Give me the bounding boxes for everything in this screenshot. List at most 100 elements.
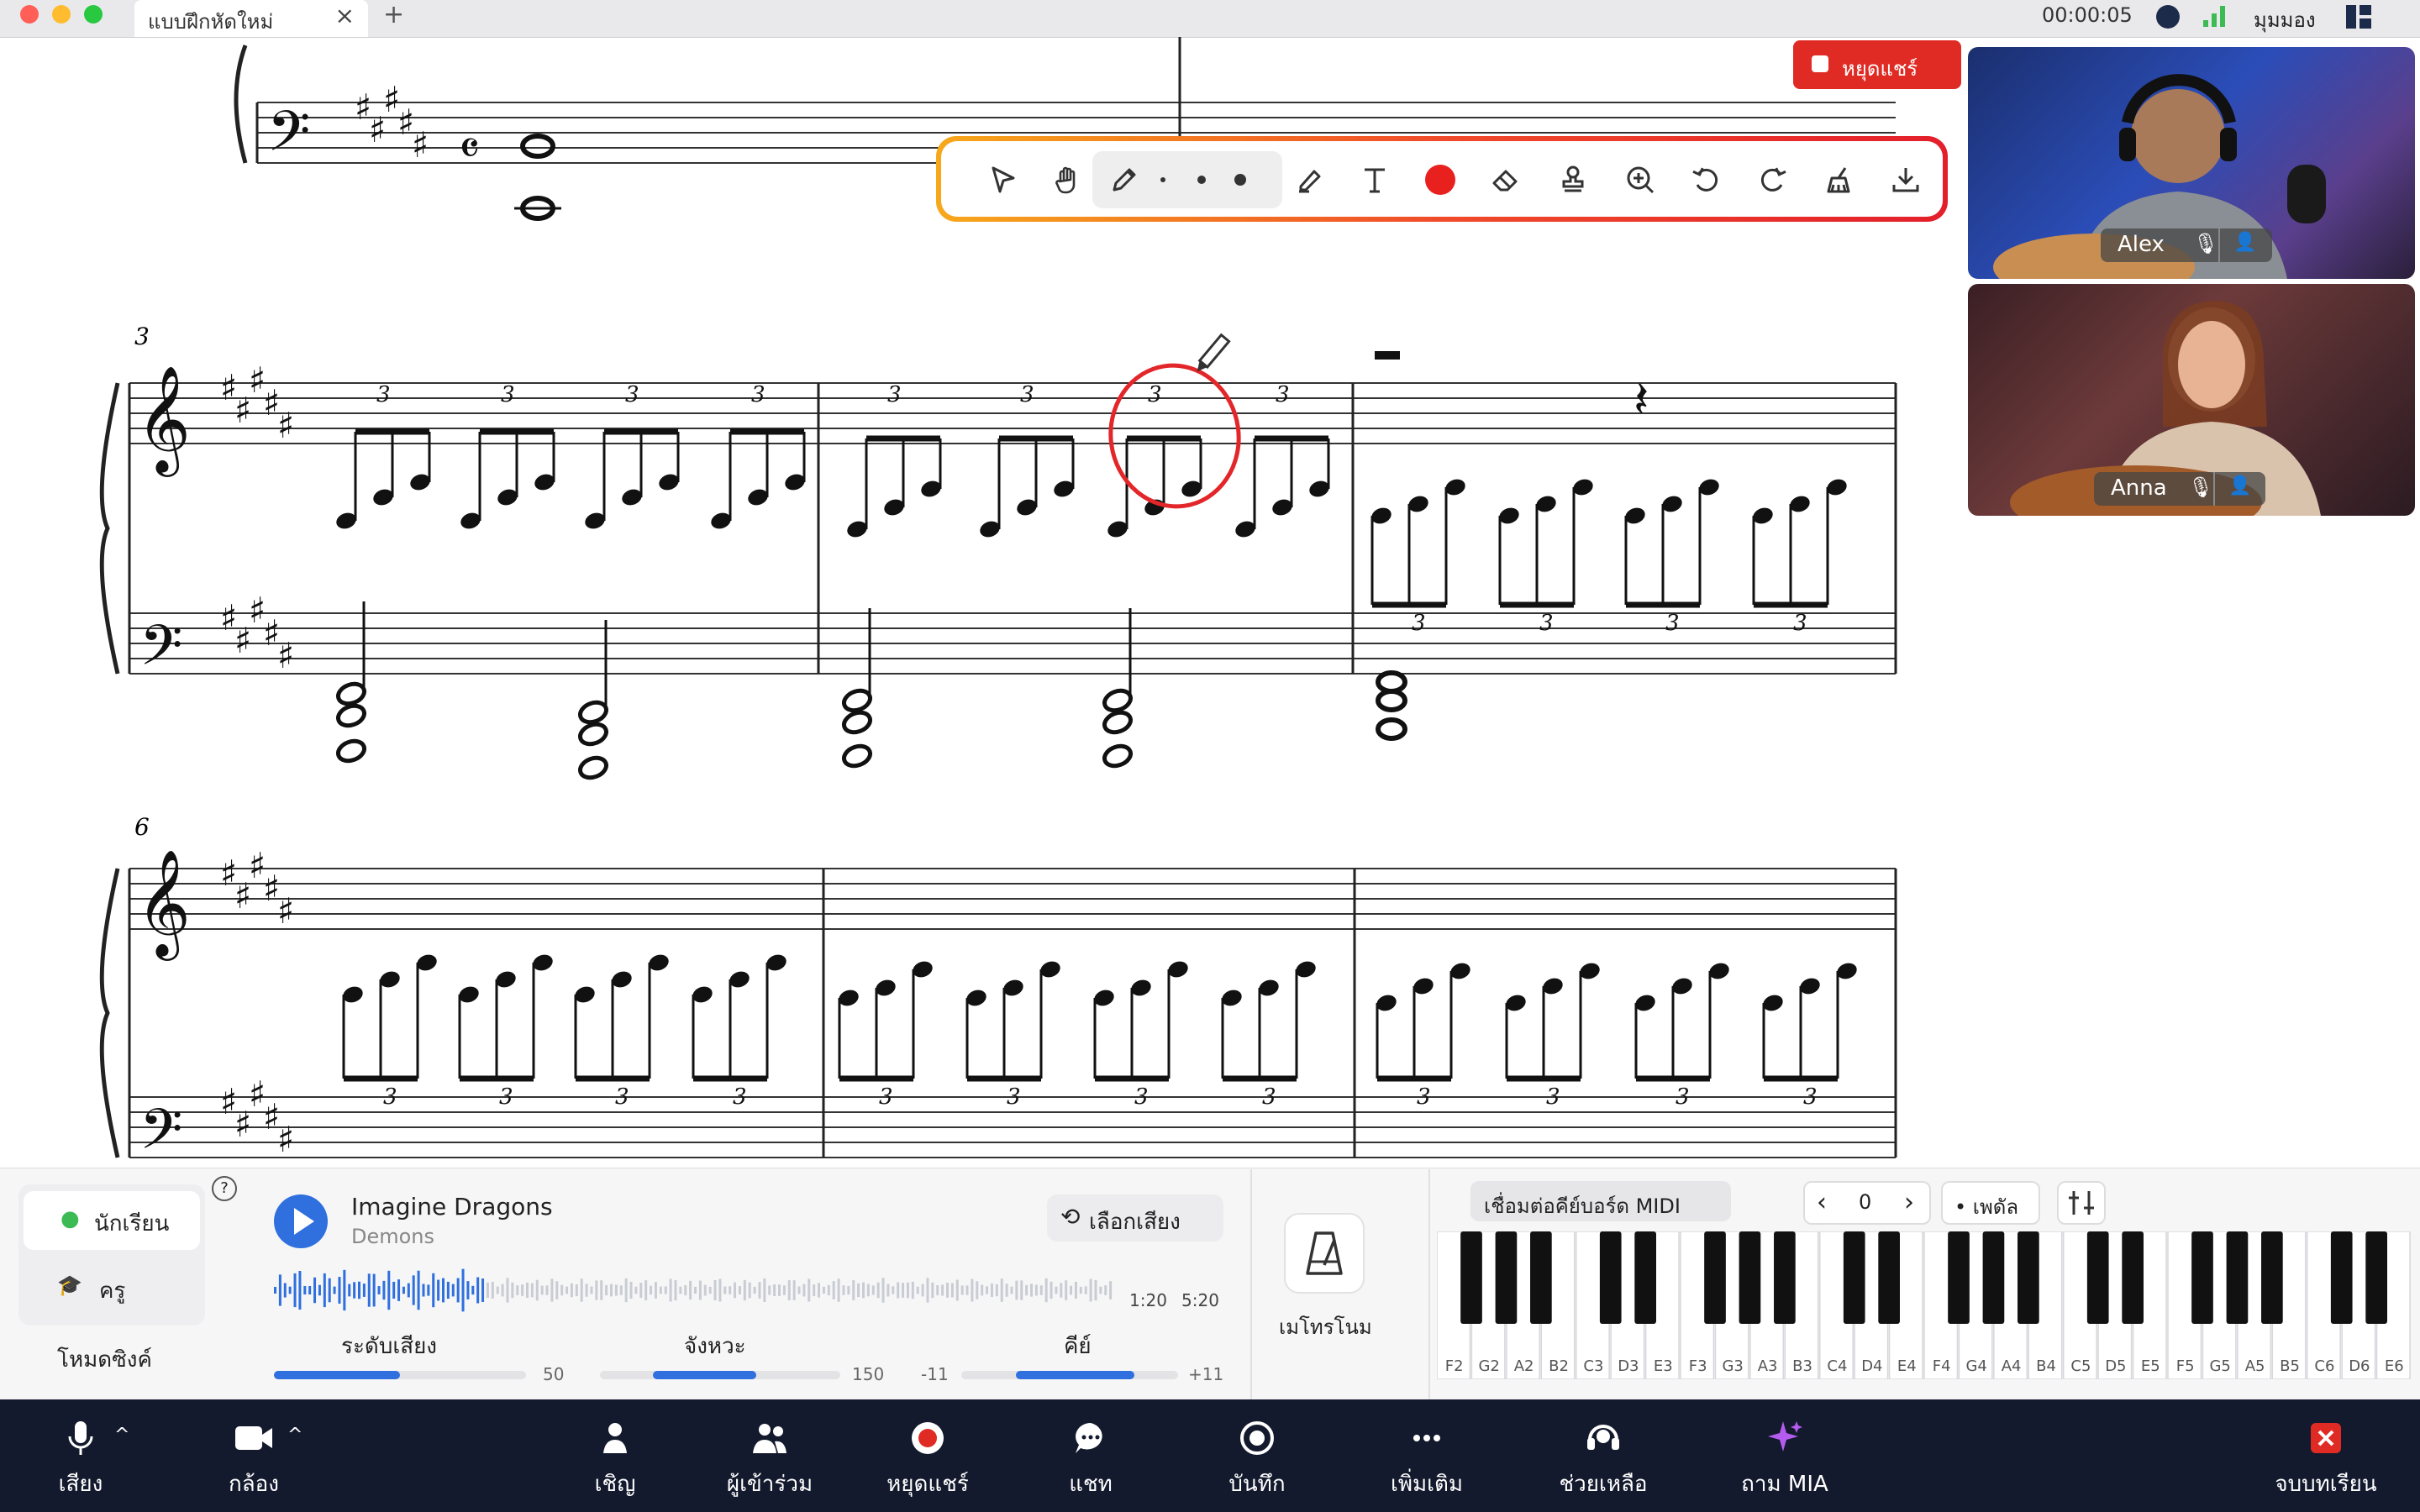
highlighter-icon[interactable] <box>1289 160 1329 200</box>
key-label: A2 <box>1514 1357 1534 1375</box>
waveform-bar <box>570 1283 573 1298</box>
quarter-rest: 𝄽 <box>1634 370 1649 429</box>
participants-button[interactable]: ผู้เข้าร่วม <box>727 1399 813 1512</box>
color-picker-red[interactable] <box>1420 160 1460 200</box>
waveform-bar <box>313 1277 317 1304</box>
download-icon[interactable] <box>1886 160 1926 200</box>
stop-share-taskbar-button[interactable]: หยุดแชร์ <box>886 1399 969 1512</box>
browser-tab[interactable]: แบบฝึกหัดใหม่ × <box>134 0 368 37</box>
measure-number: 6 <box>134 813 150 841</box>
waveform-bar <box>792 1280 796 1300</box>
maximize-window-button[interactable] <box>84 5 103 24</box>
brush-size-medium[interactable] <box>1181 160 1222 200</box>
waveform-bar <box>530 1283 534 1298</box>
audio-waveform[interactable] <box>274 1267 1114 1314</box>
participant-video-anna[interactable]: Anna 🎙 👤 <box>1968 284 2415 516</box>
volume-label: ระดับเสียง <box>341 1334 438 1359</box>
bass-clef: 𝄢 <box>139 1097 182 1168</box>
chat-button[interactable]: แชท <box>1060 1399 1121 1512</box>
waveform-bar <box>1000 1278 1003 1302</box>
undo-icon[interactable] <box>1686 160 1726 200</box>
role-teacher-button[interactable]: 🎓 ครู <box>24 1258 200 1317</box>
end-lesson-button[interactable]: จบบทเรียน <box>2275 1399 2377 1512</box>
ask-mia-button[interactable]: ถาม MIA <box>1741 1399 1828 1512</box>
select-arrow-icon[interactable] <box>983 160 1023 200</box>
waveform-bar <box>362 1284 366 1297</box>
waveform-bar <box>827 1284 830 1296</box>
key-label: F3 <box>1689 1357 1707 1375</box>
key-signature-sharp: ♯ <box>412 124 429 165</box>
pencil-icon[interactable] <box>1104 160 1144 200</box>
ask-mia-label: ถาม MIA <box>1741 1472 1828 1497</box>
invite-button[interactable]: เชิญ <box>585 1399 645 1512</box>
waveform-bar <box>976 1281 979 1299</box>
waveform-bar <box>278 1274 281 1306</box>
waveform-bar <box>1050 1281 1053 1299</box>
waveform-bar <box>758 1282 761 1299</box>
bass-clef: 𝄢 <box>267 99 310 177</box>
person-icon[interactable]: 👤 <box>2228 475 2251 496</box>
black-key <box>2191 1231 2213 1324</box>
layout-grid-icon[interactable] <box>2344 3 2373 30</box>
text-tool-icon[interactable] <box>1355 160 1395 200</box>
sliders-settings-button[interactable] <box>2057 1181 2106 1225</box>
audio-label: เสียง <box>58 1472 103 1497</box>
waveform-bar <box>837 1278 840 1302</box>
play-button[interactable] <box>274 1194 328 1248</box>
clear-broom-icon[interactable] <box>1818 160 1859 200</box>
person-icon[interactable]: 👤 <box>2233 232 2256 253</box>
waveform-bar <box>476 1277 480 1304</box>
waveform-bar <box>684 1284 687 1296</box>
tab-close-icon[interactable]: × <box>335 2 355 29</box>
camera-button[interactable]: กล้อง <box>224 1399 284 1512</box>
help-icon[interactable]: ? <box>212 1176 237 1201</box>
black-key <box>2122 1231 2144 1324</box>
octave-next-button[interactable]: › <box>1904 1188 1914 1217</box>
new-tab-button[interactable]: + <box>383 0 404 29</box>
pedal-toggle[interactable]: • เพดัล <box>1941 1181 2040 1225</box>
record-button[interactable]: บันทึก <box>1227 1399 1287 1512</box>
octave-prev-button[interactable]: ‹ <box>1817 1188 1827 1217</box>
octave-stepper: ‹ 0 › <box>1803 1181 1931 1225</box>
audio-options-chevron-icon[interactable]: ^ <box>114 1425 129 1446</box>
view-mode-label[interactable]: มุมมอง <box>2254 3 2316 36</box>
audio-button[interactable]: เสียง <box>50 1399 111 1512</box>
stamp-icon[interactable] <box>1553 160 1593 200</box>
stop-share-button[interactable]: หยุดแชร์ <box>1793 40 1961 89</box>
role-student-button[interactable]: ● นักเรียน <box>24 1191 200 1250</box>
waveform-bar <box>451 1284 455 1297</box>
piano-keyboard[interactable]: F2 G2 A2 B2 C3 D3 E3 F3 G3 A3 B3 C4 D4 E4 F4 G4 A4 B4 C5 D5… <box>1437 1231 2412 1379</box>
waveform-bar <box>654 1282 657 1299</box>
connect-midi-button[interactable]: เชื่อมต่อคีย์บอร์ด MIDI <box>1470 1181 1731 1221</box>
minimize-window-button[interactable] <box>52 5 71 24</box>
black-key <box>1460 1231 1482 1324</box>
key-label: B2 <box>1549 1357 1569 1375</box>
waveform-bar <box>614 1284 618 1296</box>
brush-size-small[interactable] <box>1143 160 1183 200</box>
volume-slider[interactable] <box>274 1371 526 1379</box>
black-key <box>1774 1231 1796 1324</box>
hand-pan-icon[interactable] <box>1049 160 1089 200</box>
brush-size-large[interactable] <box>1220 160 1260 200</box>
whole-rest <box>1375 351 1400 360</box>
close-window-button[interactable] <box>20 5 39 24</box>
help-button[interactable]: ช่วยเหลือ <box>1559 1399 1648 1512</box>
sync-mode-label[interactable]: โหมดซิงค์ <box>57 1342 152 1377</box>
waveform-bar <box>442 1278 445 1303</box>
pencil-cursor-icon <box>1197 333 1231 372</box>
camera-options-chevron-icon[interactable]: ^ <box>287 1425 302 1446</box>
voice-select-button[interactable]: ⟲ เลือกเสียง <box>1047 1194 1223 1242</box>
more-button[interactable]: เพิ่มเติม <box>1391 1399 1463 1512</box>
black-key <box>1878 1231 1900 1324</box>
key-slider[interactable] <box>961 1371 1178 1379</box>
camera-icon <box>235 1426 272 1450</box>
annotation-toolbar <box>936 136 1948 222</box>
metronome-button[interactable] <box>1284 1213 1365 1294</box>
eraser-icon[interactable] <box>1486 160 1526 200</box>
zoom-in-icon[interactable] <box>1620 160 1660 200</box>
tuplet-label: 3 <box>879 1084 893 1110</box>
waveform-bar <box>1044 1278 1048 1303</box>
participant-video-alex[interactable]: Alex 🎙 👤 <box>1968 47 2415 279</box>
redo-icon[interactable] <box>1753 160 1793 200</box>
tempo-slider[interactable] <box>600 1371 840 1379</box>
